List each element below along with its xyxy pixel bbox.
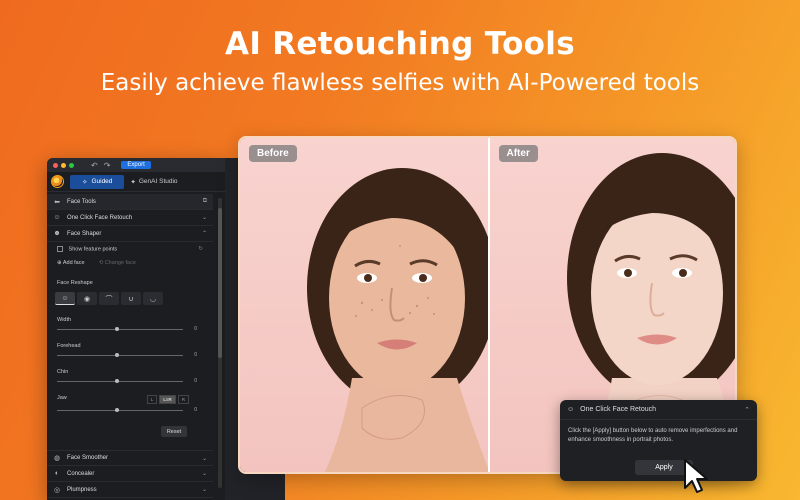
reshape-tab-lips[interactable]: ◡ <box>143 292 163 306</box>
undo-icon[interactable]: ↶ <box>91 161 98 170</box>
jaw-both-option[interactable]: L≡R <box>159 395 176 405</box>
chin-label: Chin <box>57 369 69 376</box>
panel-scrollbar[interactable] <box>218 198 222 488</box>
tab-genai-studio[interactable]: ✦ GenAI Studio <box>130 178 177 186</box>
slider-thumb[interactable] <box>115 379 119 384</box>
chevron-down-icon: ⌄ <box>201 215 207 221</box>
jaw-label: Jaw <box>57 395 67 402</box>
show-points-label: Show feature points <box>68 246 118 253</box>
tab-guided[interactable]: ✧ Guided <box>70 174 125 189</box>
width-slider-block: Width 0 <box>47 317 213 334</box>
back-arrow-icon[interactable]: ⬅ <box>53 198 61 206</box>
plumpness-icon: ◎ <box>53 486 61 494</box>
face-shaper-icon: ☻ <box>53 230 61 237</box>
one-click-label: One Click Face Retouch <box>67 214 133 221</box>
close-window-button[interactable] <box>53 162 58 168</box>
concealer-label: Concealer <box>67 470 95 477</box>
sparkle-icon: ✦ <box>130 178 136 186</box>
slider-thumb[interactable] <box>115 353 119 358</box>
jaw-slider[interactable]: 0 <box>57 407 203 415</box>
show-points-row: Show feature points ↻ <box>47 242 213 256</box>
concealer-icon: ◐ <box>54 470 60 477</box>
app-logo-icon <box>51 175 64 188</box>
forehead-slider-block: Forehead 0 <box>47 343 213 360</box>
popup-title: One Click Face Retouch <box>580 406 657 413</box>
face-actions-row: ⊕ Add face ⟲ Change face <box>47 256 213 270</box>
zoom-window-button[interactable] <box>69 162 74 168</box>
jaw-slider-block: Jaw L L≡R R 0 <box>47 395 213 415</box>
export-button[interactable]: Export <box>121 161 151 169</box>
width-value: 0 <box>194 326 197 333</box>
chin-slider-block: Chin 0 <box>47 369 213 386</box>
plumpness-item[interactable]: ◎ Plumpness ⌄ <box>47 482 213 498</box>
refresh-icon[interactable]: ↻ <box>198 246 203 252</box>
add-face-label: Add face <box>62 260 85 267</box>
jaw-left-option[interactable]: L <box>146 395 158 405</box>
face-smoother-label: Face Smoother <box>67 455 109 461</box>
one-click-retouch-item[interactable]: ☺ One Click Face Retouch ⌄ <box>47 210 213 226</box>
slider-thumb[interactable] <box>115 408 119 413</box>
face-icon: ☺ <box>567 406 575 413</box>
title-bar: ↶ ↷ Export <box>47 158 225 172</box>
before-label: Before <box>249 145 297 162</box>
popup-header: ☺ One Click Face Retouch ⌃ <box>560 400 757 420</box>
forehead-slider[interactable]: 0 <box>57 352 203 360</box>
jaw-right-option[interactable]: R <box>177 395 189 405</box>
hero-subtitle: Easily achieve flawless selfies with AI-… <box>100 70 700 96</box>
mode-toolbar: ✧ Guided ✦ GenAI Studio <box>47 172 225 192</box>
add-face-button[interactable]: ⊕ Add face <box>57 260 85 266</box>
slider-thumb[interactable] <box>115 327 119 332</box>
portrait-image <box>307 168 488 472</box>
show-points-checkbox[interactable] <box>57 246 63 252</box>
jaw-label-row: Jaw L L≡R R <box>57 395 203 405</box>
tab-genai-label: GenAI Studio <box>138 178 178 185</box>
width-slider[interactable]: 0 <box>57 326 203 334</box>
chevron-down-icon: ⌄ <box>201 455 207 462</box>
reshape-tab-face[interactable]: ☺ <box>55 292 75 306</box>
after-label: After <box>498 145 538 162</box>
hero-title: AI Retouching Tools <box>225 26 575 62</box>
forehead-value: 0 <box>194 352 197 359</box>
change-face-label: Change face <box>104 260 136 267</box>
face-icon: ☺ <box>53 214 61 221</box>
panel-header: ⬅ Face Tools ⧉ <box>47 194 213 210</box>
minimize-window-button[interactable] <box>61 162 66 168</box>
face-reshape-heading: Face Reshape <box>57 280 93 287</box>
reset-button[interactable]: Reset <box>161 426 187 437</box>
jaw-side-toggle: L L≡R R <box>146 395 189 405</box>
chin-slider[interactable]: 0 <box>57 378 203 386</box>
smoother-icon: ◍ <box>53 455 61 462</box>
face-tools-panel: ⬅ Face Tools ⧉ ☺ One Click Face Retouch … <box>47 194 213 500</box>
face-smoother-item[interactable]: ◍ Face Smoother ⌄ <box>47 450 213 466</box>
concealer-item[interactable]: ◐ Concealer ⌄ <box>47 466 213 482</box>
chin-value: 0 <box>194 378 197 385</box>
wand-icon: ✧ <box>82 178 88 186</box>
reshape-tab-nose[interactable]: ∪ <box>121 292 141 306</box>
plumpness-label: Plumpness <box>67 486 97 493</box>
tab-guided-label: Guided <box>91 178 113 185</box>
reshape-tab-eyes[interactable]: ◉ <box>77 292 97 306</box>
chevron-up-icon[interactable]: ⌃ <box>744 406 750 414</box>
before-photo: Before <box>240 138 488 472</box>
mouse-cursor-icon <box>684 459 708 493</box>
change-face-button[interactable]: ⟲ Change face <box>99 260 136 266</box>
chevron-down-icon: ⌄ <box>201 471 207 477</box>
forehead-label: Forehead <box>57 343 81 350</box>
chevron-up-icon: ⌃ <box>201 231 207 237</box>
face-shaper-label: Face Shaper <box>67 230 102 237</box>
compare-icon[interactable]: ⧉ <box>203 198 207 205</box>
one-click-retouch-popup: ☺ One Click Face Retouch ⌃ Click the [Ap… <box>560 400 757 481</box>
width-label: Width <box>57 317 72 324</box>
redo-icon[interactable]: ↷ <box>104 161 111 170</box>
jaw-value: 0 <box>194 407 197 414</box>
popup-description: Click the [Apply] button below to auto r… <box>568 428 738 443</box>
panel-title: Face Tools <box>67 198 96 205</box>
reshape-tab-brows[interactable]: ⌒ <box>99 292 119 306</box>
chevron-down-icon: ⌄ <box>201 487 207 493</box>
face-shaper-item[interactable]: ☻ Face Shaper ⌃ <box>47 226 213 242</box>
app-window: ↶ ↷ Export ✧ Guided ✦ GenAI Studio ⬅ Fac… <box>47 158 225 500</box>
reshape-tabs: ☺ ◉ ⌒ ∪ ◡ <box>55 292 205 306</box>
